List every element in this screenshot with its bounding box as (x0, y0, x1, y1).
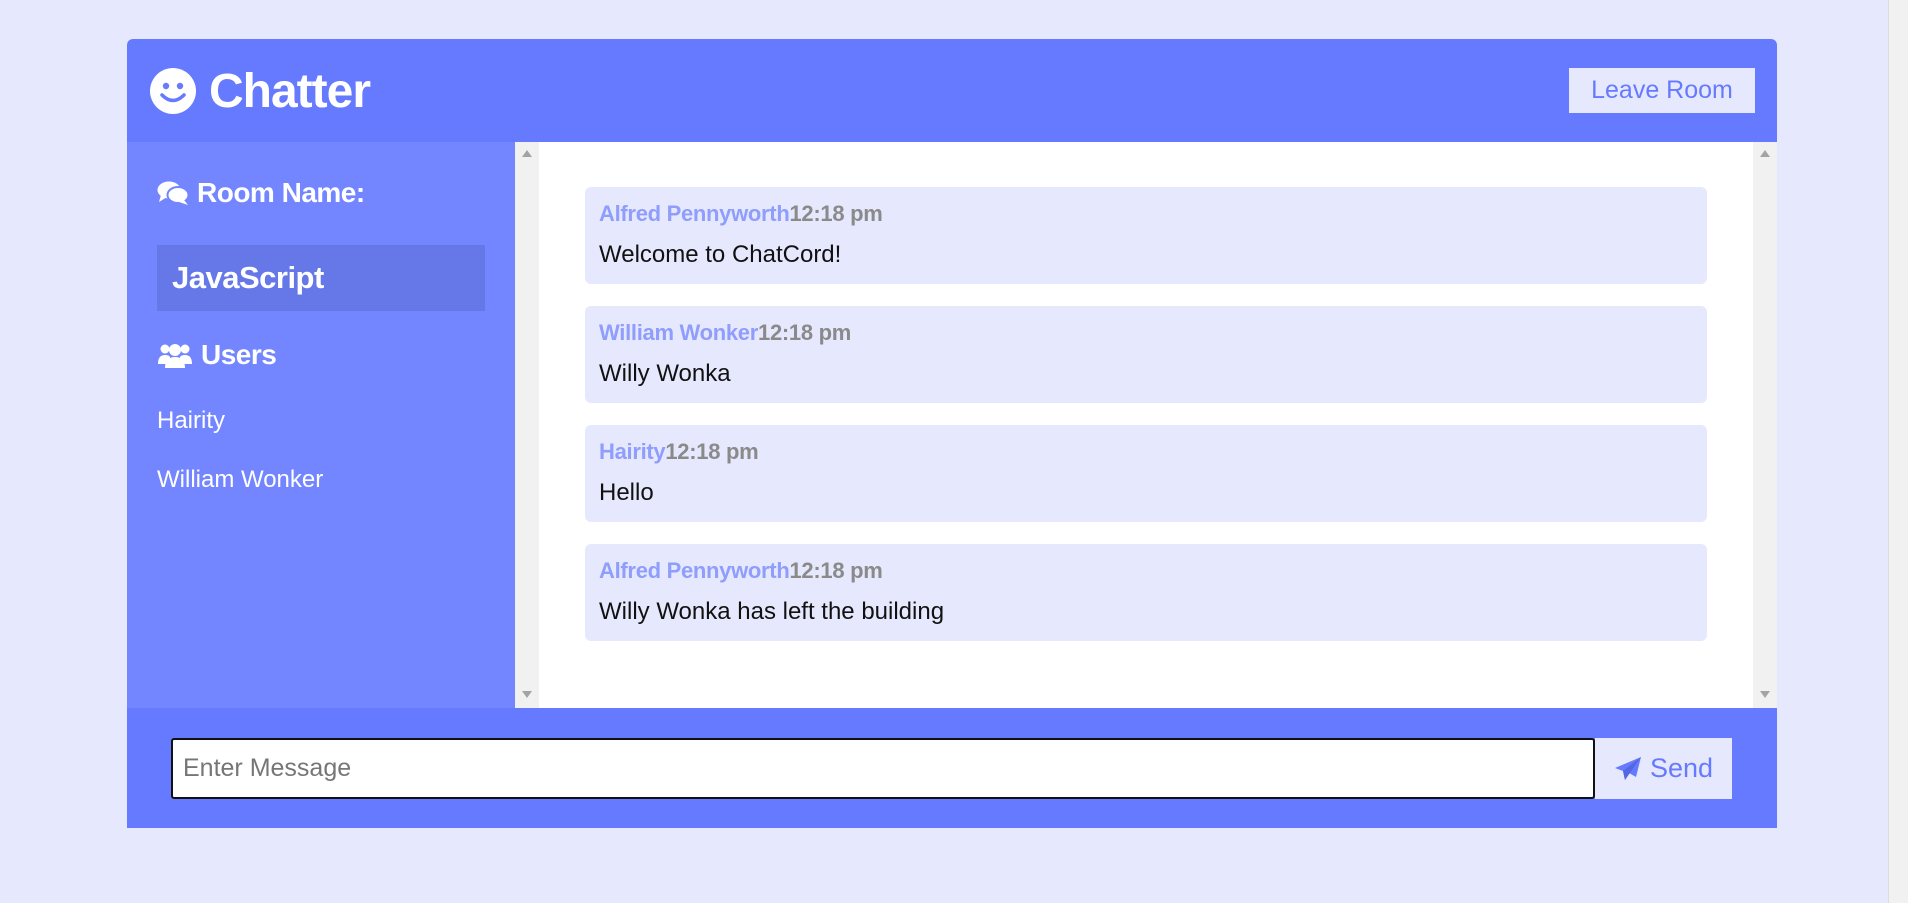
room-name: JavaScript (157, 245, 485, 311)
scroll-down-icon[interactable] (522, 691, 532, 698)
users-heading: Users (157, 337, 277, 373)
messages-scrollbar-right[interactable] (1753, 142, 1777, 708)
message-meta: Alfred Pennyworth12:18 pm (599, 201, 883, 227)
message: William Wonker12:18 pm Willy Wonka (585, 306, 1707, 403)
message: Alfred Pennyworth12:18 pm Willy Wonka ha… (585, 544, 1707, 641)
room-name-heading: Room Name: (157, 175, 365, 211)
send-button-label: Send (1649, 753, 1714, 783)
message-meta: Hairity12:18 pm (599, 439, 759, 465)
leave-room-button[interactable]: Leave Room (1569, 68, 1755, 113)
comments-icon (157, 180, 197, 206)
paper-plane-icon (1614, 756, 1650, 782)
message-meta: Alfred Pennyworth12:18 pm (599, 558, 883, 584)
message-author: Hairity (599, 439, 666, 464)
scroll-up-icon[interactable] (1760, 150, 1770, 157)
scroll-up-icon[interactable] (522, 150, 532, 157)
message-text: Hello (599, 479, 654, 506)
sidebar: Room Name: JavaScript Users Hairity Will… (127, 142, 515, 708)
app-title: Chatter (209, 64, 371, 118)
message-form: Send (127, 708, 1777, 828)
message-author: Alfred Pennyworth (599, 558, 790, 583)
message-time: 12:18 pm (758, 320, 851, 345)
chat-container: Chatter Leave Room Room Name: JavaScript (127, 39, 1777, 828)
message-time: 12:18 pm (789, 201, 883, 226)
message-time: 12:18 pm (665, 439, 759, 464)
smile-icon (149, 67, 197, 115)
app-logo: Chatter (149, 65, 371, 118)
message-time: 12:18 pm (789, 558, 883, 583)
scroll-down-icon[interactable] (1760, 691, 1770, 698)
message: Hairity12:18 pm Hello (585, 425, 1707, 522)
room-name-heading-label: Room Name: (197, 177, 365, 208)
message-author: Alfred Pennyworth (599, 201, 790, 226)
page-scrollbar[interactable] (1888, 0, 1908, 903)
users-icon (157, 342, 201, 368)
message-author: William Wonker (599, 320, 759, 345)
send-button[interactable]: Send (1595, 738, 1732, 799)
user-list-item: Hairity (157, 407, 226, 434)
user-list-item: William Wonker (157, 466, 324, 493)
message-text: Willy Wonka has left the building (599, 598, 945, 625)
message-text: Welcome to ChatCord! (599, 241, 842, 268)
message-meta: William Wonker12:18 pm (599, 320, 851, 346)
messages-scrollbar-left[interactable] (515, 142, 539, 708)
message: Alfred Pennyworth12:18 pm Welcome to Cha… (585, 187, 1707, 284)
message-text: Willy Wonka (599, 360, 731, 387)
message-input[interactable] (171, 738, 1595, 799)
chat-header: Chatter Leave Room (127, 39, 1777, 142)
chat-messages: Alfred Pennyworth12:18 pm Welcome to Cha… (515, 142, 1777, 708)
users-heading-label: Users (201, 339, 277, 370)
